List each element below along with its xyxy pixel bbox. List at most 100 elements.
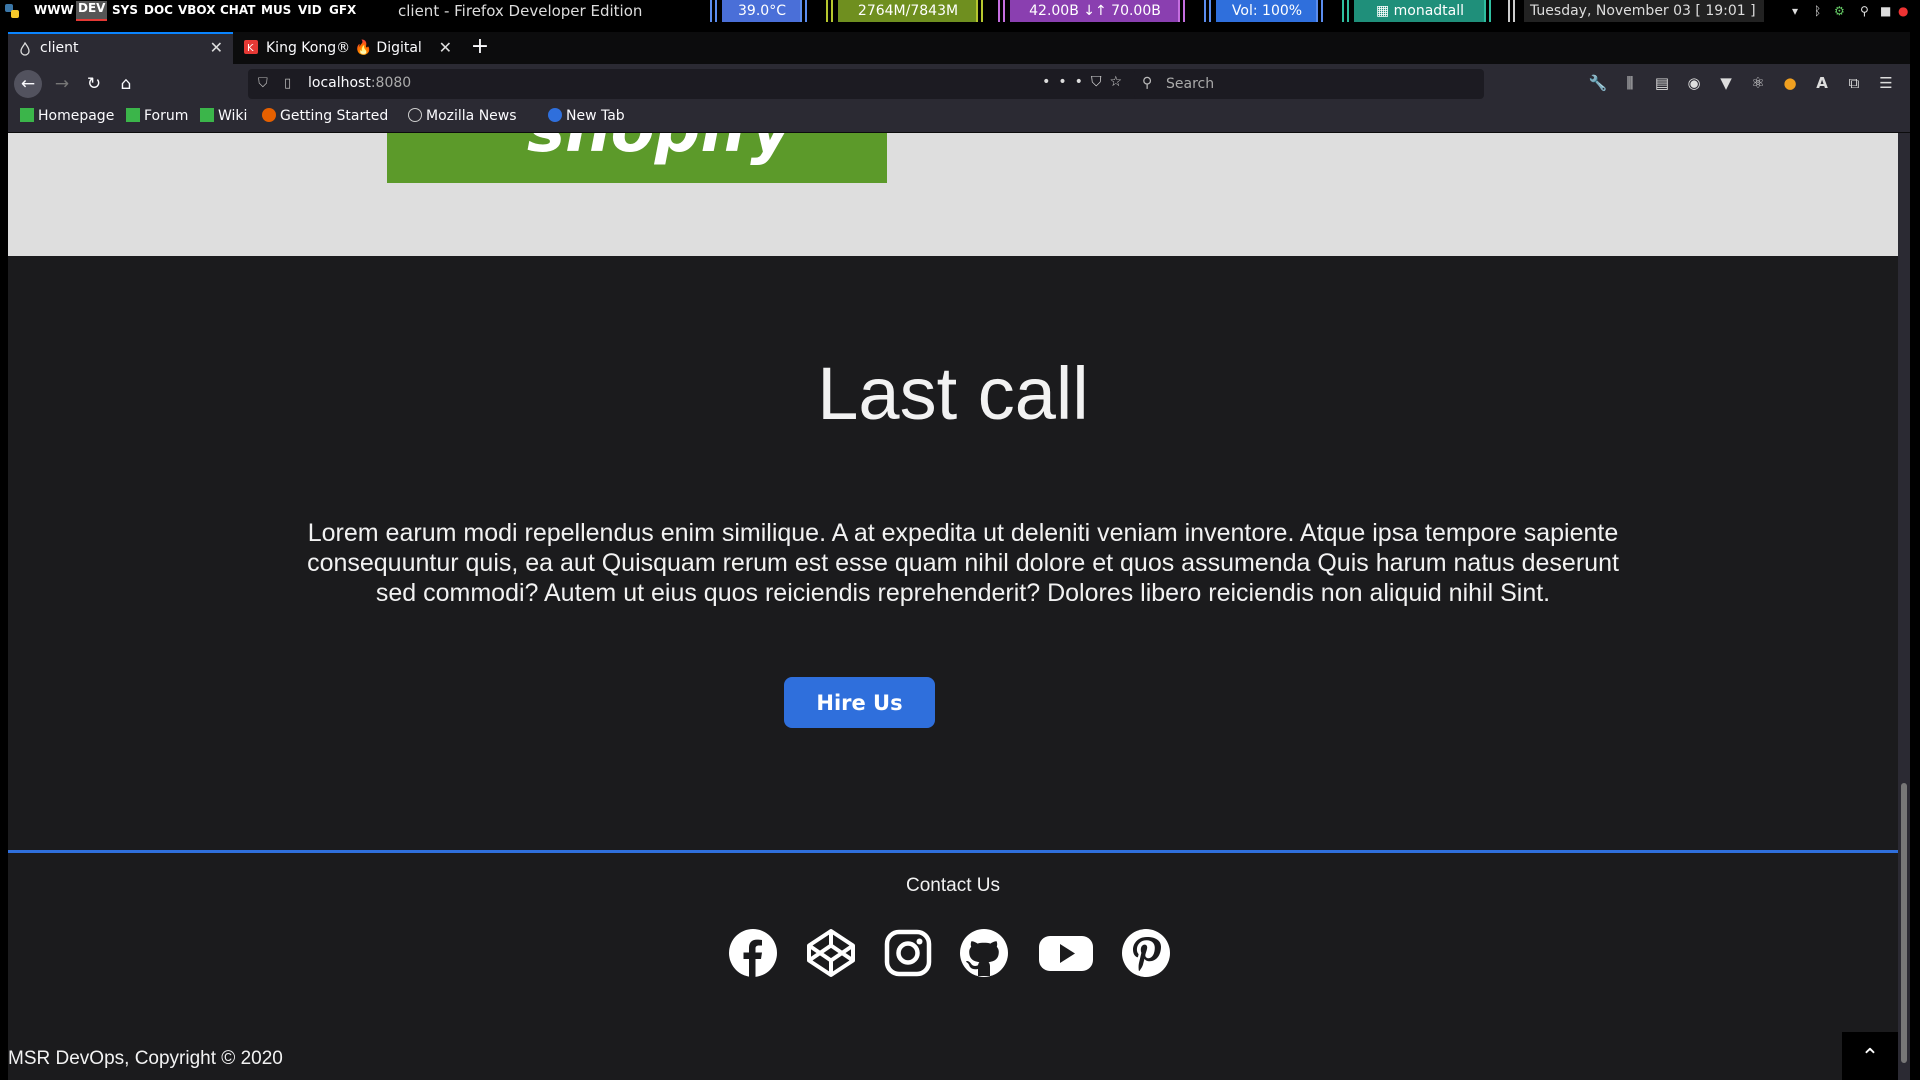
network-manager-icon[interactable]: ⚙ xyxy=(1834,4,1845,18)
wifi-icon[interactable]: ▾ xyxy=(1792,4,1798,18)
green-bookmark-icon xyxy=(20,108,34,122)
scrollbar-thumb[interactable] xyxy=(1901,783,1907,1063)
page-scrollbar[interactable] xyxy=(1898,133,1910,1080)
python-logo-icon xyxy=(5,4,19,18)
developer-tools-wrench-icon[interactable]: 🔧 xyxy=(1582,74,1614,92)
flame-favicon-icon xyxy=(20,42,30,56)
green-bookmark-icon xyxy=(200,108,214,122)
bookmark-new-tab[interactable]: New Tab xyxy=(548,108,625,124)
bookmark-getting-started[interactable]: Getting Started xyxy=(262,108,388,124)
react-devtools-icon[interactable]: ⚛ xyxy=(1742,74,1774,92)
notification-icon[interactable]: ● xyxy=(1898,4,1908,18)
search-icon: ⚲ xyxy=(1142,75,1153,91)
bookmark-mozilla-news[interactable]: Mozilla News xyxy=(408,108,517,124)
workspace-mus[interactable]: MUS xyxy=(261,3,291,17)
bookmark-label: Wiki xyxy=(218,108,248,124)
hire-us-button[interactable]: Hire Us xyxy=(784,677,935,728)
pocket-icon[interactable]: ⛉ xyxy=(1091,74,1110,90)
close-tab-icon[interactable]: ✕ xyxy=(439,32,452,64)
close-tab-icon[interactable]: ✕ xyxy=(210,34,223,62)
separator-bars xyxy=(998,0,1008,22)
screenshot-icon[interactable]: ⧉ xyxy=(1838,74,1870,92)
facebook-icon[interactable] xyxy=(728,928,778,978)
location-icon[interactable]: ⚲ xyxy=(1860,4,1869,18)
tab-client[interactable]: client ✕ xyxy=(8,32,233,64)
page-info-icon[interactable]: ▯ xyxy=(284,76,291,91)
url-bar[interactable]: ⛉ ▯ localhost:8080 •••⛉☆ xyxy=(248,69,1140,99)
workspace-www[interactable]: WWW xyxy=(34,3,74,17)
separator-bars xyxy=(826,0,836,22)
font-extension-icon[interactable]: A xyxy=(1806,74,1838,92)
workspace-vid[interactable]: VID xyxy=(298,3,322,17)
volume-widget[interactable]: Vol: 100% xyxy=(1216,0,1318,22)
tracking-protection-shield-icon[interactable]: ⛉ xyxy=(258,76,268,91)
last-call-section: Last call Lorem earum modi repellendus e… xyxy=(8,256,1898,850)
temperature-widget: 39.0°C xyxy=(722,0,802,22)
home-button[interactable]: ⌂ xyxy=(112,70,140,98)
footer: Contact Us MSR DevOps, Copyright © 2020 … xyxy=(8,850,1898,1080)
bookmark-label: Mozilla News xyxy=(426,108,517,124)
tab-label: King Kong® 🔥 Digital Di xyxy=(266,40,426,56)
back-button[interactable]: ← xyxy=(14,70,42,98)
menu-hamburger-icon[interactable]: ☰ xyxy=(1870,74,1902,92)
bookmark-label: Forum xyxy=(144,108,189,124)
url-port: :8080 xyxy=(370,75,412,91)
bookmark-homepage[interactable]: Homepage xyxy=(20,108,114,124)
bookmark-label: Homepage xyxy=(38,108,115,124)
tab-king-kong[interactable]: K King Kong® 🔥 Digital Di ✕ xyxy=(234,32,462,64)
workspace-dev[interactable]: DEV xyxy=(76,1,108,21)
url-text[interactable]: localhost:8080 xyxy=(308,75,411,91)
pinterest-icon[interactable] xyxy=(1121,928,1171,978)
bookmark-wiki[interactable]: Wiki xyxy=(200,108,247,124)
copyright-text: MSR DevOps, Copyright © 2020 xyxy=(8,1048,283,1069)
section-description: Lorem earum modi repellendus enim simili… xyxy=(307,519,1619,607)
section-title: Last call xyxy=(817,352,1089,435)
globe-icon xyxy=(408,108,422,122)
search-input[interactable] xyxy=(1164,73,1468,95)
layout-label: monadtall xyxy=(1393,3,1465,19)
github-icon[interactable] xyxy=(959,928,1009,978)
contact-us-heading: Contact Us xyxy=(906,875,1000,896)
reload-button[interactable]: ↻ xyxy=(80,70,108,98)
shopify-logo-text: shopify xyxy=(527,133,792,167)
separator-bars xyxy=(1316,0,1326,22)
tab-strip: client ✕ K King Kong® 🔥 Digital Di ✕ + xyxy=(8,32,1910,64)
svg-text:K: K xyxy=(247,43,254,54)
container-icon[interactable]: ◉ xyxy=(1678,74,1710,92)
bookmark-star-icon[interactable]: ☆ xyxy=(1109,74,1130,90)
library-icon[interactable]: ⫼ xyxy=(1614,74,1646,92)
new-tab-button[interactable]: + xyxy=(464,32,496,64)
bookmark-forum[interactable]: Forum xyxy=(126,108,188,124)
chevron-up-icon: ⌃ xyxy=(1860,1044,1880,1069)
bluetooth-icon[interactable]: ᛒ xyxy=(1814,4,1821,18)
workspace-sys[interactable]: SYS xyxy=(112,3,138,17)
datetime-widget: Tuesday, November 03 [ 19:01 ] xyxy=(1524,0,1764,22)
separator-bars xyxy=(710,0,720,22)
scroll-to-top-button[interactable]: ⌃ xyxy=(1842,1032,1898,1080)
separator-bars xyxy=(800,0,810,22)
network-widget: 42.00B ↓↑ 70.00B xyxy=(1010,0,1180,22)
page-actions-icon[interactable]: ••• xyxy=(1042,74,1091,90)
search-bar[interactable]: ⚲ xyxy=(1134,69,1484,99)
workspace-gfx[interactable]: GFX xyxy=(329,3,356,17)
system-bar: WWW DEV SYS DOC VBOX CHAT MUS VID GFX cl… xyxy=(0,0,1920,22)
extension-orange-icon[interactable]: ● xyxy=(1774,74,1806,92)
navigation-toolbar: ← → ↻ ⌂ ⛉ ▯ localhost:8080 •••⛉☆ ⚲ 🔧⫼▤◉▼… xyxy=(8,64,1910,104)
forward-button[interactable]: → xyxy=(48,70,76,98)
codepen-icon[interactable] xyxy=(806,928,856,978)
workspace-chat[interactable]: CHAT xyxy=(220,3,255,17)
sidebar-icon[interactable]: ▤ xyxy=(1646,74,1678,92)
memory-widget: 2764M/7843M xyxy=(838,0,978,22)
browser-window: client ✕ K King Kong® 🔥 Digital Di ✕ + ←… xyxy=(8,32,1910,1080)
separator-bars xyxy=(1484,0,1494,22)
firefox-icon xyxy=(262,108,276,122)
vue-devtools-icon[interactable]: ▼ xyxy=(1710,74,1742,92)
workspace-doc[interactable]: DOC xyxy=(144,3,173,17)
previous-section: shopify xyxy=(8,133,1898,256)
green-bookmark-icon xyxy=(126,108,140,122)
instagram-icon[interactable] xyxy=(883,928,933,978)
lock-icon[interactable]: ■ xyxy=(1880,4,1891,18)
layout-widget[interactable]: ▦ monadtall xyxy=(1354,0,1486,22)
workspace-vbox[interactable]: VBOX xyxy=(178,3,215,17)
youtube-icon[interactable] xyxy=(1038,928,1094,978)
